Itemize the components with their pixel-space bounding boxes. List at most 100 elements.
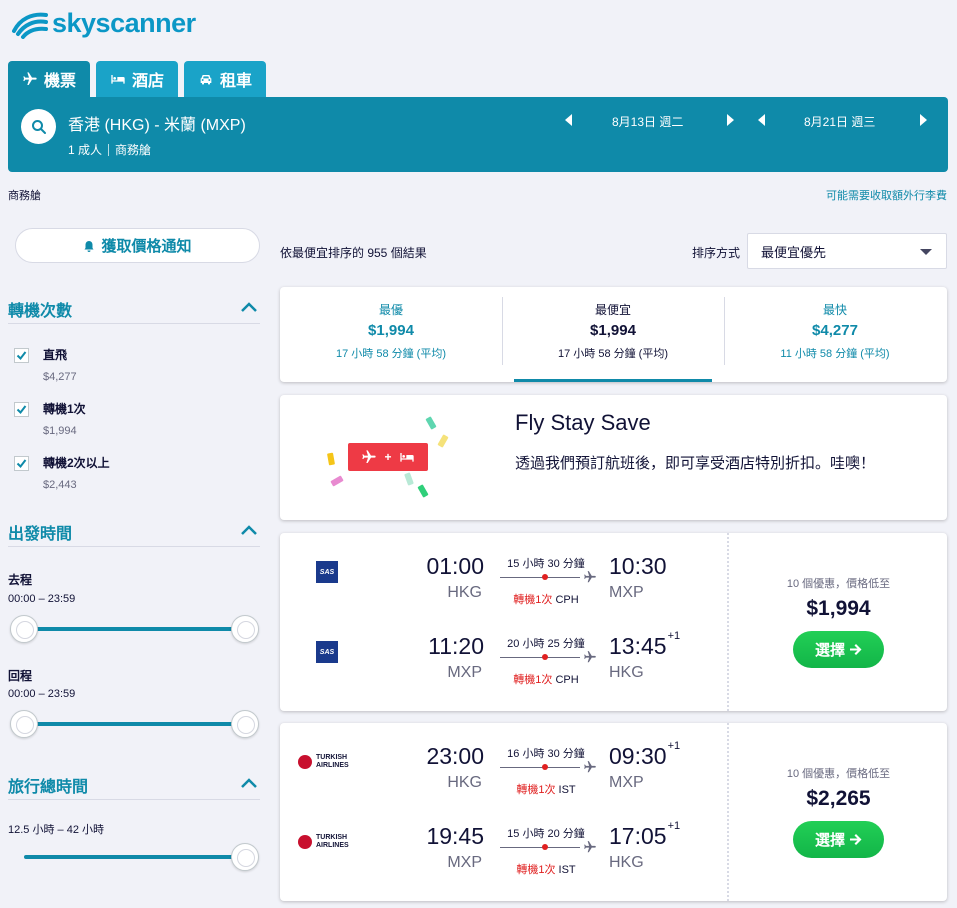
day-offset: +1 xyxy=(667,740,681,752)
stops-count: 轉機1次 xyxy=(513,594,553,606)
passenger-cabin: 1 成人 商務艙 xyxy=(68,141,151,158)
filter-two-plus-stops[interactable]: 轉機2次以上 $2,443 xyxy=(14,454,110,491)
flight-result-card[interactable]: TURKISH AIRLINES 23:00 HKG 16 小時 30 分鐘 轉機… xyxy=(280,723,947,901)
car-icon xyxy=(200,75,212,85)
bed-icon xyxy=(399,453,414,462)
stop-label: 轉機1次 xyxy=(43,402,86,416)
plane-icon xyxy=(584,651,596,663)
price-alert-button[interactable]: 獲取價格通知 xyxy=(15,228,260,263)
return-prev-day-icon[interactable] xyxy=(758,114,765,126)
route-line xyxy=(500,847,580,848)
fly-stay-save-promo[interactable]: + Fly Stay Save 透過我們預訂航班後，即可享受酒店特別折扣。哇噢！ xyxy=(280,395,947,520)
duration-slider-handle[interactable] xyxy=(231,843,259,871)
price: $2,265 xyxy=(806,787,871,810)
flight-result-card[interactable]: SAS 01:00 HKG 15 小時 30 分鐘 轉機1次 CPH 10:30… xyxy=(280,533,947,711)
outbound-label: 去程 xyxy=(8,573,33,587)
return-slider-track[interactable] xyxy=(24,722,246,726)
chevron-up-icon[interactable] xyxy=(240,778,258,788)
duration-filter-title[interactable]: 旅行總時間 xyxy=(8,773,88,797)
chevron-up-icon[interactable] xyxy=(240,302,258,312)
edit-search-button[interactable] xyxy=(21,109,56,144)
select-button[interactable]: 選擇 xyxy=(793,821,884,858)
checkbox[interactable] xyxy=(14,348,29,363)
check-icon xyxy=(16,405,27,415)
stop-dot xyxy=(542,844,548,850)
sort-label: 排序方式 xyxy=(692,246,741,260)
arrival-time: 09:30+1 xyxy=(609,740,681,770)
arrival-time-value: 13:45 xyxy=(609,633,667,659)
outbound-slider-track[interactable] xyxy=(24,627,246,631)
duration-slider-track[interactable] xyxy=(24,855,246,859)
chevron-up-icon[interactable] xyxy=(240,525,258,535)
sort-summary-tabs: 最優 $1,994 17 小時 58 分鐘 (平均) 最便宜 $1,994 17… xyxy=(280,287,947,382)
return-slider-min-handle[interactable] xyxy=(10,710,38,738)
departure-airport: HKG xyxy=(447,774,482,791)
filter-direct[interactable]: 直飛 $4,277 xyxy=(14,346,77,383)
tab-cars[interactable]: 租車 xyxy=(184,61,267,97)
filter-one-stop[interactable]: 轉機1次 $1,994 xyxy=(14,400,86,437)
arrival-time: 17:05+1 xyxy=(609,820,680,850)
stop-label: 轉機2次以上 xyxy=(43,456,110,470)
tab-hotels[interactable]: 酒店 xyxy=(96,61,179,97)
outbound-slider-max-handle[interactable] xyxy=(231,615,259,643)
bed-icon xyxy=(111,75,125,84)
stop-price: $2,443 xyxy=(43,479,77,491)
tab-label: 租車 xyxy=(220,73,253,90)
return-slider-max-handle[interactable] xyxy=(231,710,259,738)
depart-prev-day-icon[interactable] xyxy=(565,114,572,126)
price-alert-label: 獲取價格通知 xyxy=(101,238,192,255)
search-icon xyxy=(31,119,46,134)
summary-title: 最快 xyxy=(822,303,847,317)
outbound-slider-min-handle[interactable] xyxy=(10,615,38,643)
summary-duration: 11 小時 58 分鐘 (平均) xyxy=(780,348,890,360)
select-label: 選擇 xyxy=(814,832,845,849)
summary-price: $1,994 xyxy=(368,322,414,339)
airline-name: TURKISH AIRLINES xyxy=(316,834,349,850)
stops-filter-title[interactable]: 轉機次數 xyxy=(8,297,72,321)
stops-count: 轉機1次 xyxy=(516,864,556,876)
checkbox[interactable] xyxy=(14,456,29,471)
airline-name-line: TURKISH xyxy=(316,834,348,841)
sort-select[interactable]: 最便宜優先 xyxy=(747,233,947,269)
divider xyxy=(108,143,110,156)
depart-next-day-icon[interactable] xyxy=(727,114,734,126)
divider xyxy=(8,323,260,324)
deals-count: 10 個優惠，價格低至 xyxy=(786,578,891,590)
summary-title: 最便宜 xyxy=(594,303,631,317)
tab-fastest[interactable]: 最快 $4,277 11 小時 58 分鐘 (平均) xyxy=(724,287,946,382)
depart-date[interactable]: 8月13日 週二 xyxy=(612,113,683,130)
plus-sign: + xyxy=(384,450,392,464)
tab-cheapest[interactable]: 最便宜 $1,994 17 小時 58 分鐘 (平均) xyxy=(502,287,724,382)
departure-time-filter-title[interactable]: 出發時間 xyxy=(8,520,72,544)
arrival-airport: HKG xyxy=(609,664,644,681)
confetti xyxy=(425,416,437,430)
route-line xyxy=(500,767,580,768)
confetti xyxy=(417,484,429,498)
leg-duration: 15 小時 20 分鐘 xyxy=(507,828,585,840)
confetti xyxy=(327,452,335,466)
stop-airport: CPH xyxy=(555,674,579,686)
stop-label: 直飛 xyxy=(43,348,68,362)
stop-airport: CPH xyxy=(555,594,579,606)
arrival-time-value: 09:30 xyxy=(609,743,667,769)
stop-price: $1,994 xyxy=(43,425,77,437)
return-next-day-icon[interactable] xyxy=(920,114,927,126)
airline-logo-turkish: TURKISH AIRLINES xyxy=(298,754,349,770)
tab-best[interactable]: 最優 $1,994 17 小時 58 分鐘 (平均) xyxy=(280,287,502,382)
departure-airport: HKG xyxy=(447,584,482,601)
divider xyxy=(727,723,729,901)
airline-logo-sas: SAS xyxy=(316,561,338,583)
skyscanner-logo[interactable]: skyscanner xyxy=(10,6,196,40)
deals-count: 10 個優惠，價格低至 xyxy=(786,768,891,780)
arrival-time: 10:30 xyxy=(609,553,668,580)
baggage-fees-link[interactable]: 可能需要收取額外行李費 xyxy=(826,187,947,203)
divider xyxy=(8,799,260,800)
select-button[interactable]: 選擇 xyxy=(793,631,884,668)
promo-text: 透過我們預訂航班後，即可享受酒店特別折扣。哇噢！ xyxy=(515,455,876,472)
search-summary-bar: 香港 (HKG) - 米蘭 (MXP) 1 成人 商務艙 8月13日 週二 8月… xyxy=(8,97,948,172)
tab-flights[interactable]: 機票 xyxy=(8,61,91,97)
checkbox[interactable] xyxy=(14,402,29,417)
flight-hotel-badge: + xyxy=(348,443,428,471)
return-date[interactable]: 8月21日 週三 xyxy=(804,113,875,130)
day-offset: +1 xyxy=(667,630,681,642)
